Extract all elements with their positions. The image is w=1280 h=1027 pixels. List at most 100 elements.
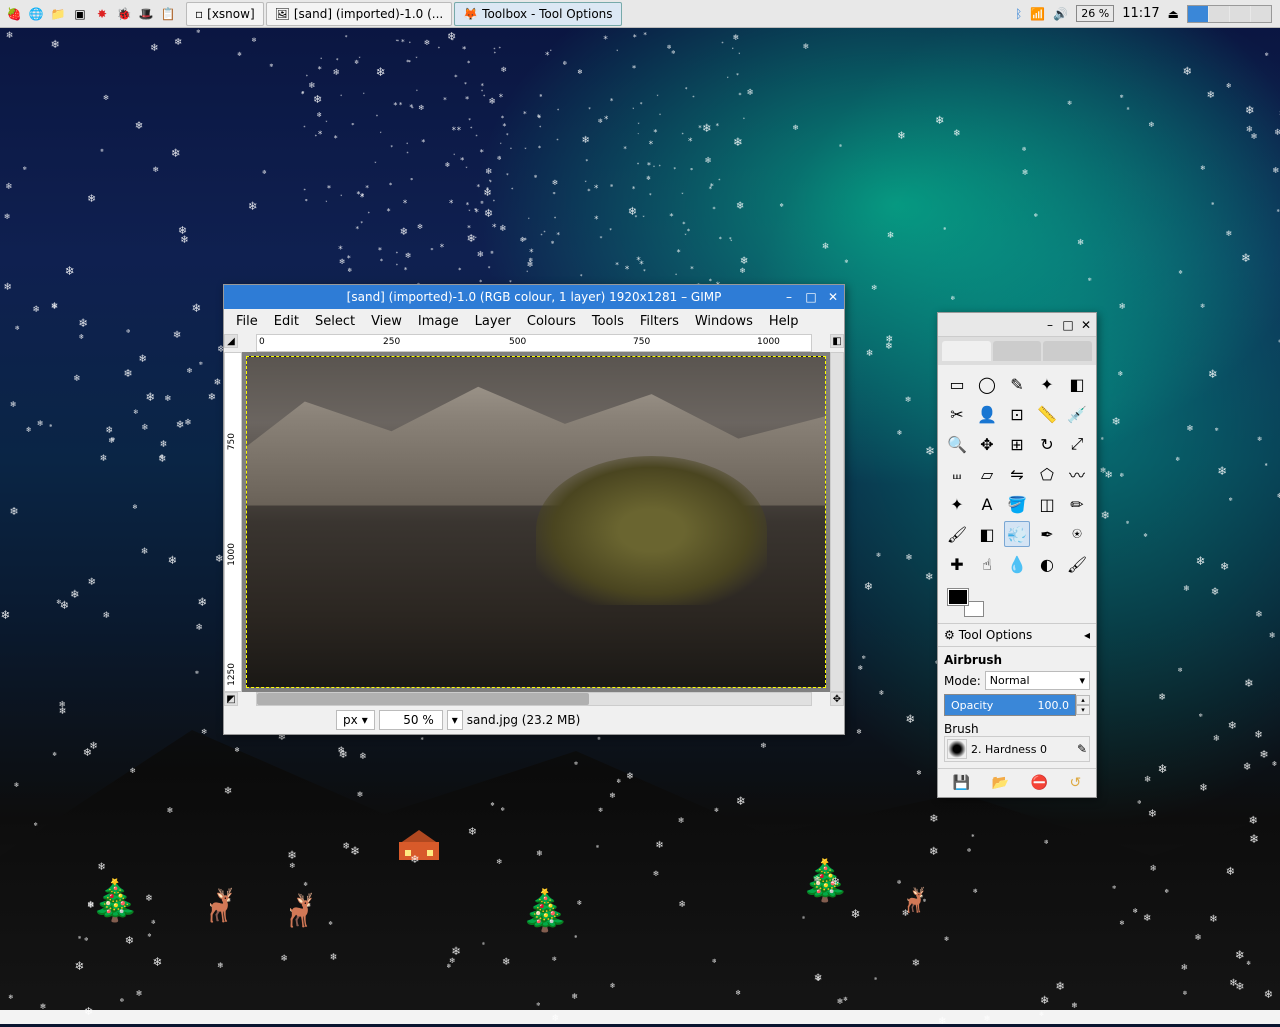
minimize-button[interactable]: – (1044, 318, 1056, 332)
tool-zoom[interactable]: 🔍 (944, 431, 970, 457)
canvas-viewport[interactable] (242, 352, 830, 692)
restore-options-icon[interactable]: 📂 (992, 775, 1009, 791)
menu-view[interactable]: View (363, 311, 410, 332)
brush-selector[interactable]: 2. Hardness 0 ✎ (944, 736, 1090, 762)
tool-crop[interactable]: ⊡ (1004, 401, 1030, 427)
tool-align[interactable]: ⊞ (1004, 431, 1030, 457)
close-button[interactable]: ✕ (1080, 318, 1092, 332)
app-icon[interactable]: 📋 (158, 4, 178, 24)
menu-windows[interactable]: Windows (687, 311, 761, 332)
bluetooth-icon[interactable]: ᛒ (1015, 7, 1022, 21)
scrollbar-vertical[interactable] (830, 352, 844, 692)
tool-paintbrush[interactable]: 🖌 (944, 521, 970, 547)
volume-icon[interactable]: 🔊 (1053, 7, 1068, 21)
tool-shear[interactable]: ⧢ (944, 461, 970, 487)
menu-file[interactable]: File (228, 311, 266, 332)
gimp-titlebar[interactable]: [sand] (imported)-1.0 (RGB colour, 1 lay… (224, 285, 844, 309)
close-button[interactable]: ✕ (826, 290, 840, 304)
tool-heal[interactable]: ✚ (944, 551, 970, 577)
opacity-spinner[interactable]: ▴▾ (1076, 695, 1090, 715)
tool-scale[interactable]: ⤢ (1064, 431, 1090, 457)
zoom-input[interactable]: 50 % (379, 710, 443, 730)
tool-ink[interactable]: ✒ (1034, 521, 1060, 547)
detach-icon[interactable]: ◂ (1084, 628, 1090, 642)
tool-move[interactable]: ✥ (974, 431, 1000, 457)
battery-indicator[interactable]: 26 % (1076, 5, 1114, 22)
tool-bucket[interactable]: 🪣 (1004, 491, 1030, 517)
delete-options-icon[interactable]: ⛔ (1031, 775, 1048, 791)
menu-colours[interactable]: Colours (519, 311, 584, 332)
tool-by-color-select[interactable]: ◧ (1064, 371, 1090, 397)
maximize-button[interactable]: □ (804, 290, 818, 304)
wifi-icon[interactable]: 📶 (1030, 7, 1045, 21)
tool-eraser[interactable]: ◧ (974, 521, 1000, 547)
menu-help[interactable]: Help (761, 311, 807, 332)
tool-rotate[interactable]: ↻ (1034, 431, 1060, 457)
maximize-button[interactable]: □ (1062, 318, 1074, 332)
tool-foreground[interactable]: 👤 (974, 401, 1000, 427)
tool-blur[interactable]: 💧 (1004, 551, 1030, 577)
menu-edit[interactable]: Edit (266, 311, 307, 332)
task-button-gimp-image[interactable]: 🖼[sand] (imported)-1.0 (... (266, 2, 453, 26)
minimize-button[interactable]: – (782, 290, 796, 304)
tool-scissors[interactable]: ✂ (944, 401, 970, 427)
task-button-xsnow[interactable]: ▫[xsnow] (186, 2, 264, 26)
tool-unified[interactable]: ✦ (944, 491, 970, 517)
tool-dodge[interactable]: ◐ (1034, 551, 1060, 577)
tool-cage[interactable]: ⬠ (1034, 461, 1060, 487)
tool-options-header[interactable]: ⚙ Tool Options ◂ (938, 623, 1096, 647)
tool-free-select[interactable]: ✎ (1004, 371, 1030, 397)
mode-select[interactable]: Normal▾ (985, 671, 1090, 690)
scrollbar-horizontal[interactable] (256, 692, 812, 706)
quickmask-icon[interactable]: ◧ (830, 334, 844, 348)
clock[interactable]: 11:17 (1122, 6, 1159, 21)
opacity-slider[interactable]: Opacity 100.0 (944, 694, 1076, 716)
eject-icon[interactable]: ⏏ (1168, 7, 1179, 21)
canvas-image[interactable] (246, 356, 826, 688)
ruler-origin[interactable]: ◢ (224, 334, 238, 348)
tool-airbrush[interactable]: 💨 (1004, 521, 1030, 547)
navigation-icon[interactable]: ✥ (830, 692, 844, 706)
menu-tools[interactable]: Tools (584, 311, 632, 332)
app-icon[interactable]: 🐞 (114, 4, 134, 24)
tool-fuzzy-select[interactable]: ✦ (1034, 371, 1060, 397)
raspberry-menu-icon[interactable]: 🍓 (4, 4, 24, 24)
tool-ellipse-select[interactable]: ◯ (974, 371, 1000, 397)
app-icon[interactable]: ✸ (92, 4, 112, 24)
tool-color-picker[interactable]: 💉 (1064, 401, 1090, 427)
reset-options-icon[interactable]: ↺ (1070, 775, 1082, 791)
workspace-switcher[interactable] (1187, 5, 1272, 23)
ruler-horizontal[interactable]: 0 250 500 750 1000 (256, 334, 812, 352)
workspace-2[interactable] (1209, 6, 1229, 22)
menu-filters[interactable]: Filters (632, 311, 687, 332)
tool-pencil[interactable]: ✏ (1064, 491, 1090, 517)
toolbox-tab[interactable] (993, 341, 1042, 361)
menu-image[interactable]: Image (410, 311, 467, 332)
tool-rect-select[interactable]: ▭ (944, 371, 970, 397)
menu-layer[interactable]: Layer (467, 311, 519, 332)
quickmask-toggle[interactable]: ◩ (224, 692, 238, 706)
workspace-1[interactable] (1188, 6, 1208, 22)
tool-flip[interactable]: ⇋ (1004, 461, 1030, 487)
workspace-4[interactable] (1251, 6, 1271, 22)
zoom-dropdown[interactable]: ▾ (447, 710, 463, 730)
toolbox-titlebar[interactable]: – □ ✕ (938, 313, 1096, 337)
toolbox-tab[interactable] (942, 341, 991, 361)
save-options-icon[interactable]: 💾 (953, 775, 970, 791)
tool-mypaint[interactable]: 🖌 (1064, 551, 1090, 577)
filemanager-icon[interactable]: 📁 (48, 4, 68, 24)
brush-edit-icon[interactable]: ✎ (1077, 742, 1087, 756)
workspace-3[interactable] (1230, 6, 1250, 22)
tool-smudge[interactable]: ☝ (974, 551, 1000, 577)
task-button-gimp-toolbox[interactable]: 🦊Toolbox - Tool Options (454, 2, 621, 26)
terminal-icon[interactable]: ▣ (70, 4, 90, 24)
tool-warp[interactable]: 〰 (1064, 461, 1090, 487)
tool-perspective[interactable]: ▱ (974, 461, 1000, 487)
foreground-color-swatch[interactable] (948, 589, 968, 605)
toolbox-tab[interactable] (1043, 341, 1092, 361)
ruler-vertical[interactable]: 750 1000 1250 (224, 352, 242, 692)
menu-select[interactable]: Select (307, 311, 363, 332)
tool-gradient[interactable]: ◫ (1034, 491, 1060, 517)
tool-clone[interactable]: ⍟ (1064, 521, 1090, 547)
browser-icon[interactable]: 🌐 (26, 4, 46, 24)
